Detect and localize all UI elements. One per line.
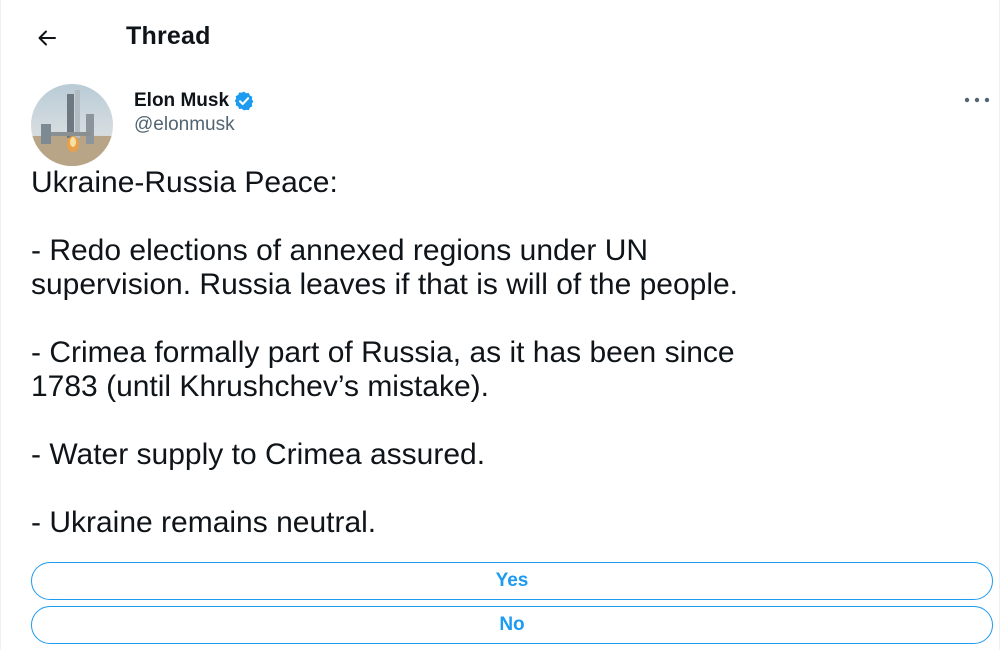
tweet-line: - Crimea formally part of Russia, as it …: [31, 336, 735, 369]
poll-option-yes[interactable]: Yes: [31, 562, 993, 600]
tweet-line: 1783 (until Khrushchev’s mistake).: [31, 370, 489, 403]
tweet-line: - Redo elections of annexed regions unde…: [31, 234, 649, 267]
tweet-line: - Ukraine remains neutral.: [31, 506, 377, 539]
tweet-line: - Water supply to Crimea assured.: [31, 438, 486, 471]
thread-header: Thread: [1, 0, 1000, 72]
page-title: Thread: [126, 22, 211, 50]
arrow-left-icon: [38, 30, 56, 46]
author-name[interactable]: Elon Musk: [134, 90, 229, 112]
verified-badge-icon: [234, 91, 254, 111]
back-button[interactable]: [29, 20, 65, 56]
author-name-row: Elon Musk: [134, 89, 255, 113]
avatar-image: [31, 84, 113, 166]
tweet-paragraph: - Ukraine remains neutral.: [31, 506, 981, 540]
poll-option-label: No: [499, 614, 525, 635]
more-horizontal-icon: [964, 97, 990, 103]
tweet-paragraph: - Water supply to Crimea assured.: [31, 438, 981, 472]
tweet-paragraph: - Redo elections of annexed regions unde…: [31, 234, 981, 302]
avatar[interactable]: [31, 84, 113, 166]
thread-view: Thread Elon Musk @elonmusk Ukraine-Russi…: [0, 0, 1000, 650]
tweet-line: Ukraine-Russia Peace:: [31, 166, 338, 199]
more-options-button[interactable]: [959, 88, 995, 112]
author-handle[interactable]: @elonmusk: [134, 114, 235, 136]
tweet-paragraph: Ukraine-Russia Peace:: [31, 166, 981, 200]
tweet-paragraph: - Crimea formally part of Russia, as it …: [31, 336, 981, 404]
poll-option-label: Yes: [495, 570, 529, 591]
poll-option-no[interactable]: No: [31, 606, 993, 644]
tweet-text: Ukraine-Russia Peace: - Redo elections o…: [31, 166, 981, 540]
tweet-line: supervision. Russia leaves if that is wi…: [31, 268, 739, 301]
